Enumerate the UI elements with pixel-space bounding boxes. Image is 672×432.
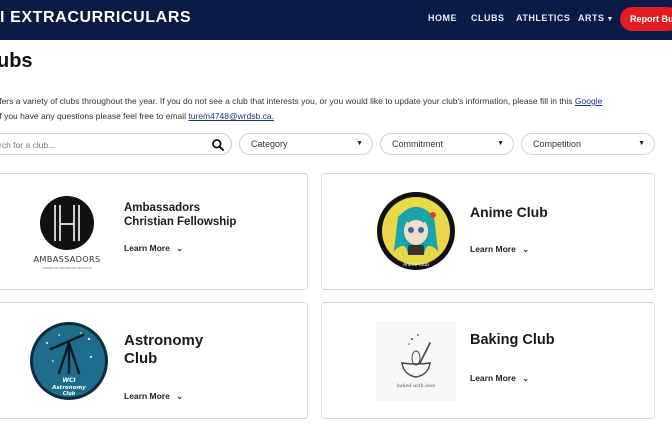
club-card-anime[interactable]: Anime Club Anime Club Learn More ⌄ <box>321 173 655 290</box>
anime-logo-text: Anime Club <box>403 262 429 268</box>
club-title-line-2: Club <box>124 350 158 367</box>
learn-more-label: Learn More <box>124 243 170 253</box>
caret-down-icon: ▼ <box>356 140 363 147</box>
nav-arts-label: ARTS <box>578 13 605 23</box>
anime-club-logo-icon: Anime Club <box>377 192 455 270</box>
astronomy-logo-text-3: Club <box>63 391 76 397</box>
club-title-line-1: Ambassadors <box>124 202 201 214</box>
search-input[interactable] <box>0 138 199 151</box>
chevron-down-icon: ⌄ <box>175 243 184 253</box>
baking-club-logo-icon: baked with love <box>376 321 456 401</box>
competition-select-value: Competition <box>533 139 582 149</box>
email-link[interactable]: turem4748@wrdsb.ca. <box>188 111 274 121</box>
learn-more-button[interactable]: Learn More ⌄ <box>124 391 183 402</box>
caret-down-icon: ▼ <box>606 16 614 23</box>
nav-arts[interactable]: ARTS ▼ <box>578 13 614 23</box>
competition-select[interactable]: Competition ▼ <box>521 133 655 155</box>
ambassadors-logo-subtext: WATERLOO COLLEGIATE INSTITUTE <box>42 266 91 270</box>
caret-down-icon: ▼ <box>497 140 504 147</box>
intro-line-2-text: If you have any questions please feel fr… <box>0 111 189 121</box>
site-brand[interactable]: I EXTRACURRICULARS <box>0 9 191 27</box>
learn-more-button[interactable]: Learn More ⌄ <box>470 244 529 255</box>
caret-down-icon: ▼ <box>638 140 645 147</box>
nav-athletics[interactable]: ATHLETICS <box>516 13 570 23</box>
google-form-link[interactable]: Google <box>575 96 602 106</box>
club-title: Baking Club <box>470 332 555 348</box>
ambassadors-logo-icon: AMBASSADORS WATERLOO COLLEGIATE INSTITUT… <box>34 196 101 270</box>
learn-more-label: Learn More <box>470 244 516 254</box>
chevron-down-icon: ⌄ <box>175 391 184 401</box>
club-title-line-1: Astronomy <box>124 332 204 349</box>
learn-more-button[interactable]: Learn More ⌄ <box>470 373 529 384</box>
learn-more-label: Learn More <box>124 391 170 401</box>
club-title: Ambassadors Christian Fellowship <box>124 202 236 230</box>
club-title: Anime Club <box>470 204 548 220</box>
club-title: Astronomy Club <box>124 332 203 368</box>
nav-home[interactable]: HOME <box>428 13 457 23</box>
club-card-ambassadors[interactable]: AMBASSADORS WATERLOO COLLEGIATE INSTITUT… <box>0 173 308 290</box>
commitment-select[interactable]: Commitment ▼ <box>380 133 514 155</box>
club-title-line-2: Christian Fellowship <box>124 215 237 228</box>
astronomy-club-logo-icon: WCI Astronomy Club <box>30 322 108 400</box>
ambassadors-logo-text: AMBASSADORS <box>34 254 101 264</box>
commitment-select-value: Commitment <box>392 139 444 149</box>
intro-line-2: If you have any questions please feel fr… <box>0 109 672 124</box>
learn-more-button[interactable]: Learn More ⌄ <box>124 243 183 254</box>
top-navbar: I EXTRACURRICULARS HOME CLUBS ATHLETICS … <box>0 0 672 40</box>
chevron-down-icon: ⌄ <box>521 373 530 383</box>
intro-line-1-text: ffers a variety of clubs throughout the … <box>0 96 575 106</box>
nav-clubs[interactable]: CLUBS <box>471 13 505 23</box>
club-card-astronomy[interactable]: WCI Astronomy Club Astronomy Club Learn … <box>0 302 308 419</box>
category-select[interactable]: Category ▼ <box>239 133 373 155</box>
baking-logo-text: baked with love <box>397 383 436 389</box>
intro-line-1: ffers a variety of clubs throughout the … <box>0 94 672 109</box>
search-icon[interactable] <box>211 138 225 152</box>
astronomy-logo-text-1: WCI <box>62 377 76 384</box>
report-button[interactable]: Report Bu <box>620 7 672 31</box>
intro-text: ffers a variety of clubs throughout the … <box>0 94 672 124</box>
page-title: ubs <box>0 50 33 72</box>
category-select-value: Category <box>251 139 288 149</box>
club-card-baking[interactable]: baked with love Baking Club Learn More ⌄ <box>321 302 655 419</box>
chevron-down-icon: ⌄ <box>521 244 530 254</box>
search-box <box>0 133 232 155</box>
learn-more-label: Learn More <box>470 373 516 383</box>
